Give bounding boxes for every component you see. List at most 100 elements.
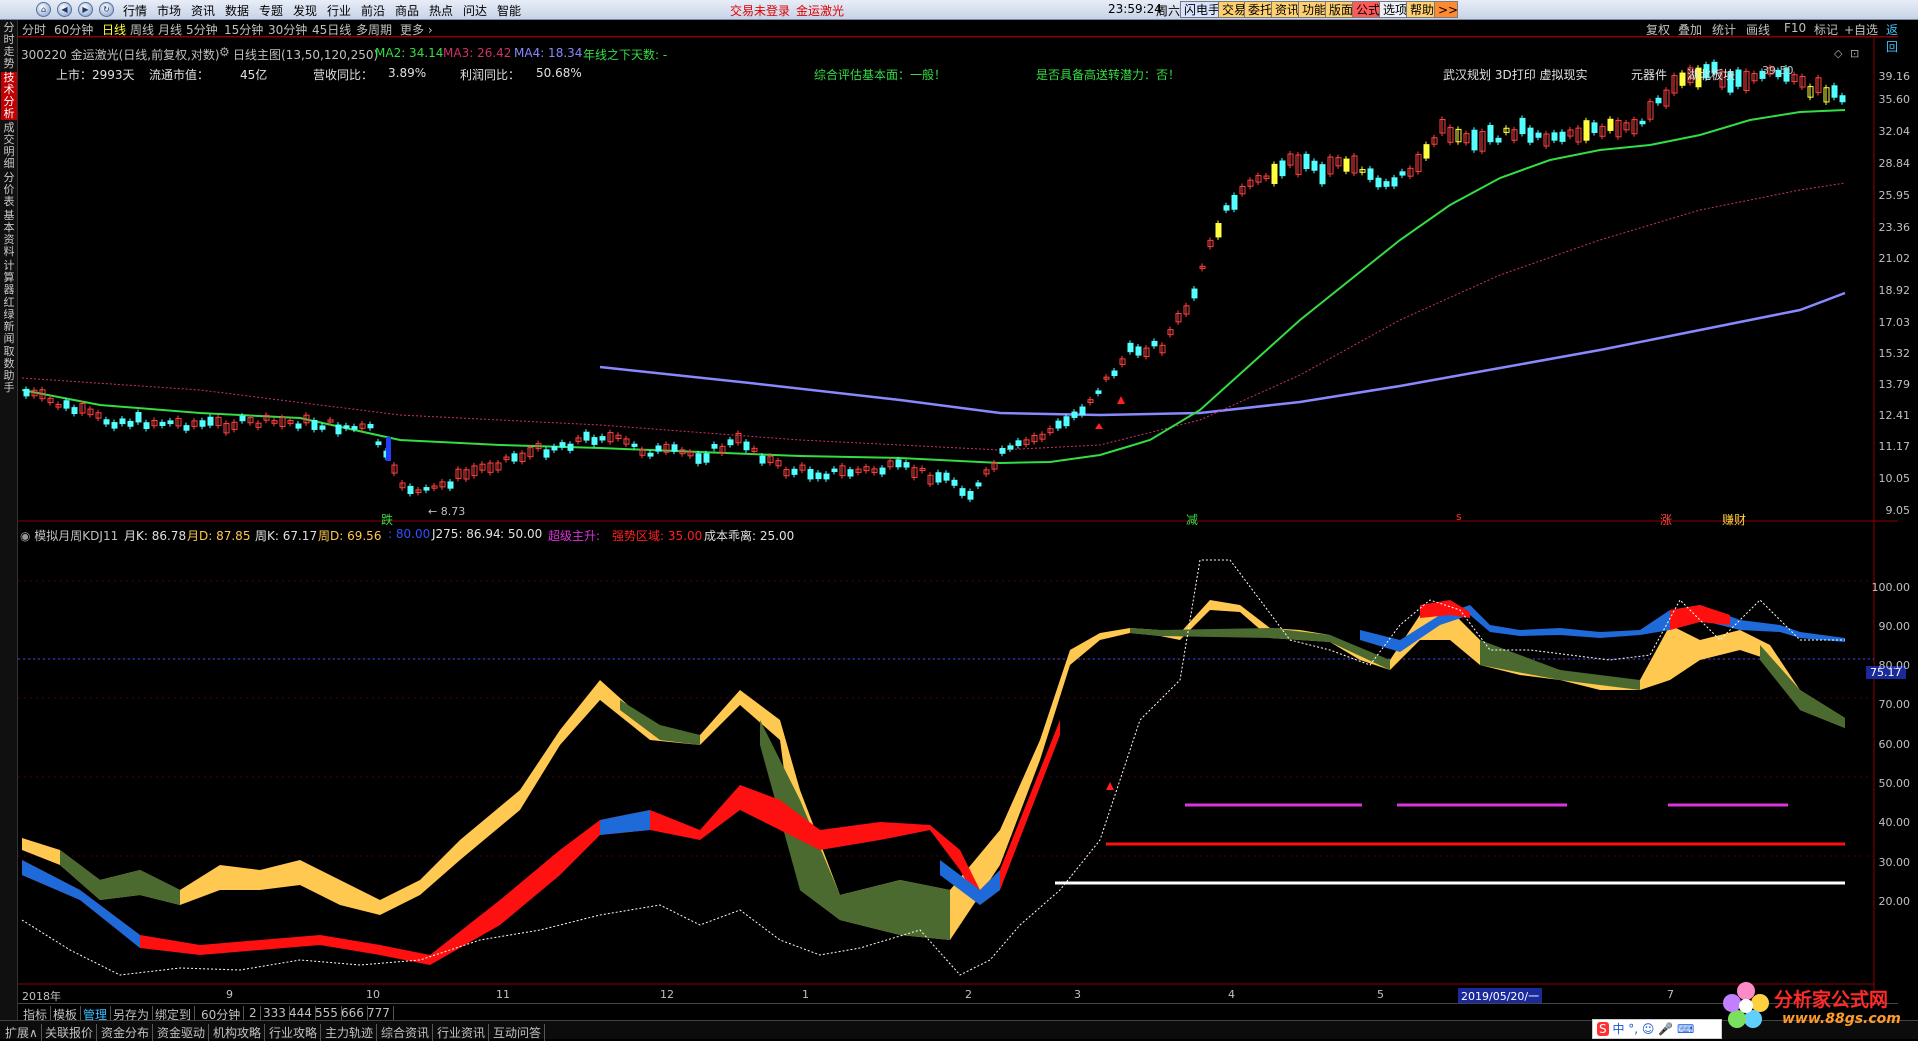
ime-lang-icon[interactable]: 中 °,	[1612, 1022, 1638, 1036]
candle-body	[386, 437, 391, 461]
btab-composite-news[interactable]: 综合资讯	[378, 1024, 434, 1041]
candle-body	[631, 443, 638, 447]
candle-body	[1471, 129, 1478, 151]
candle-body	[1487, 125, 1494, 143]
candle-body	[559, 442, 566, 448]
fundamental-eval: 综合评估基本面：一般！	[814, 68, 947, 82]
ma4-line	[599, 291, 1846, 417]
btab-institution[interactable]: 机构攻略	[210, 1024, 266, 1041]
candle-body	[143, 422, 150, 429]
up-arrow-icon	[1106, 782, 1114, 790]
candle-body	[167, 420, 174, 425]
candle-body	[311, 419, 318, 430]
candle-body	[335, 424, 342, 435]
j275: J275: 86.94	[432, 527, 501, 541]
btab-777[interactable]: 777	[364, 1006, 394, 1020]
candle-body	[375, 441, 382, 446]
candle-body	[1831, 85, 1838, 98]
indicator-tick: 80.00	[1878, 659, 1911, 672]
btab-fund-driver[interactable]: 资金驱动	[154, 1024, 210, 1041]
time-tick: 9	[226, 988, 233, 1001]
candle-body	[1607, 118, 1614, 131]
price-tick: 25.95	[1878, 189, 1911, 202]
candle-body	[1127, 342, 1134, 353]
gear-icon[interactable]: ⚙	[219, 45, 230, 59]
candle-body	[135, 412, 142, 423]
ime-toolbar[interactable]: S 中 °, ☺ 🎤 ⌨	[1592, 1019, 1722, 1039]
candle-body	[743, 441, 750, 451]
low-price-label: ← 8.73	[428, 505, 466, 518]
candle-body	[583, 431, 590, 441]
time-tick: 12	[660, 988, 674, 1001]
indicator-tick: 70.00	[1878, 698, 1911, 711]
btab-industry-strategy[interactable]: 行业攻略	[266, 1024, 322, 1041]
time-tick: 3	[1074, 988, 1081, 1001]
candle-body	[943, 472, 950, 481]
ime-keyboard-icon[interactable]: ⌨	[1677, 1022, 1694, 1036]
profit-value: 50.68%	[536, 66, 582, 80]
btab-related-quotes[interactable]: 关联报价	[42, 1024, 98, 1041]
candle-body	[727, 439, 734, 446]
indicator-tick: 60.00	[1878, 738, 1911, 751]
window-icon[interactable]: ⊡	[1850, 47, 1859, 60]
candle-body	[1735, 69, 1742, 87]
indicator-tabs: 指标 模板 管理 另存为 绑定到 60分钟 2 333 444 555 666 …	[18, 1003, 1898, 1023]
candle-body	[407, 485, 414, 495]
diamond-icon[interactable]: ◇	[1834, 47, 1842, 60]
price-tick: 10.05	[1878, 472, 1911, 485]
candle-body	[1015, 440, 1022, 446]
btab-main-track[interactable]: 主力轨迹	[322, 1024, 378, 1041]
ime-s-icon[interactable]: S	[1597, 1022, 1609, 1036]
candle-body	[999, 447, 1006, 454]
cost-deviation: 成本乖离: 25.00	[704, 529, 795, 543]
candle-body	[1655, 97, 1662, 104]
fall-marker: 跌	[381, 513, 394, 527]
time-tick: 1	[802, 988, 809, 1001]
week-k: 周K: 67.17	[255, 529, 318, 543]
candle-body	[975, 482, 982, 487]
candle-body	[351, 426, 358, 430]
ma2-label: MA2: 34.14	[375, 46, 444, 60]
s-marker: s	[1456, 510, 1462, 523]
chart-canvas[interactable]	[0, 0, 1918, 1039]
btab-expand[interactable]: 扩展∧	[2, 1024, 42, 1041]
time-tick: 7	[1667, 988, 1674, 1001]
candle-body	[71, 407, 78, 415]
indicator-name: 模拟月周KDJ11	[34, 529, 119, 543]
candle-body	[1375, 177, 1382, 188]
candle-body	[567, 443, 574, 451]
btab-industry-news[interactable]: 行业资讯	[434, 1024, 490, 1041]
price-tick: 12.41	[1878, 409, 1911, 422]
btab-interactive-qa[interactable]: 互动问答	[490, 1024, 546, 1041]
candle-body	[199, 420, 206, 427]
collapse-icon[interactable]: ◉	[20, 529, 34, 543]
candle-body	[127, 420, 134, 427]
candle-body	[671, 444, 678, 452]
candle-body	[1639, 120, 1646, 125]
btab-2[interactable]: 2	[246, 1006, 261, 1020]
candle-body	[343, 425, 350, 429]
candle-body	[1559, 131, 1566, 142]
candle-body	[543, 449, 550, 458]
ime-emoji-icon[interactable]: ☺	[1642, 1022, 1655, 1036]
candle-body	[959, 488, 966, 496]
price-tick: 17.03	[1878, 316, 1911, 329]
price-tick: 35.60	[1878, 93, 1911, 106]
btab-fund-distribution[interactable]: 资金分布	[98, 1024, 154, 1041]
candle-body	[1215, 223, 1222, 238]
candle-body	[63, 400, 70, 409]
candle-body	[1223, 205, 1230, 211]
candle-body	[703, 453, 710, 463]
ma3-label: MA3: 26.42	[443, 46, 512, 60]
price-tick: 23.36	[1878, 221, 1911, 234]
indicator-tick: 20.00	[1878, 895, 1911, 908]
candle-body	[711, 444, 718, 449]
ime-mic-icon[interactable]: 🎤	[1658, 1022, 1673, 1036]
indicator-title[interactable]: ◉ 模拟月周KDJ11	[20, 527, 118, 544]
month-k: 月K: 86.78	[124, 529, 187, 543]
candle-body	[847, 469, 854, 477]
reduce-marker: 减	[1186, 513, 1199, 527]
candle-body	[935, 472, 942, 483]
level-80: : 80.00	[388, 527, 431, 541]
month-d: 月D: 87.85	[187, 529, 251, 543]
